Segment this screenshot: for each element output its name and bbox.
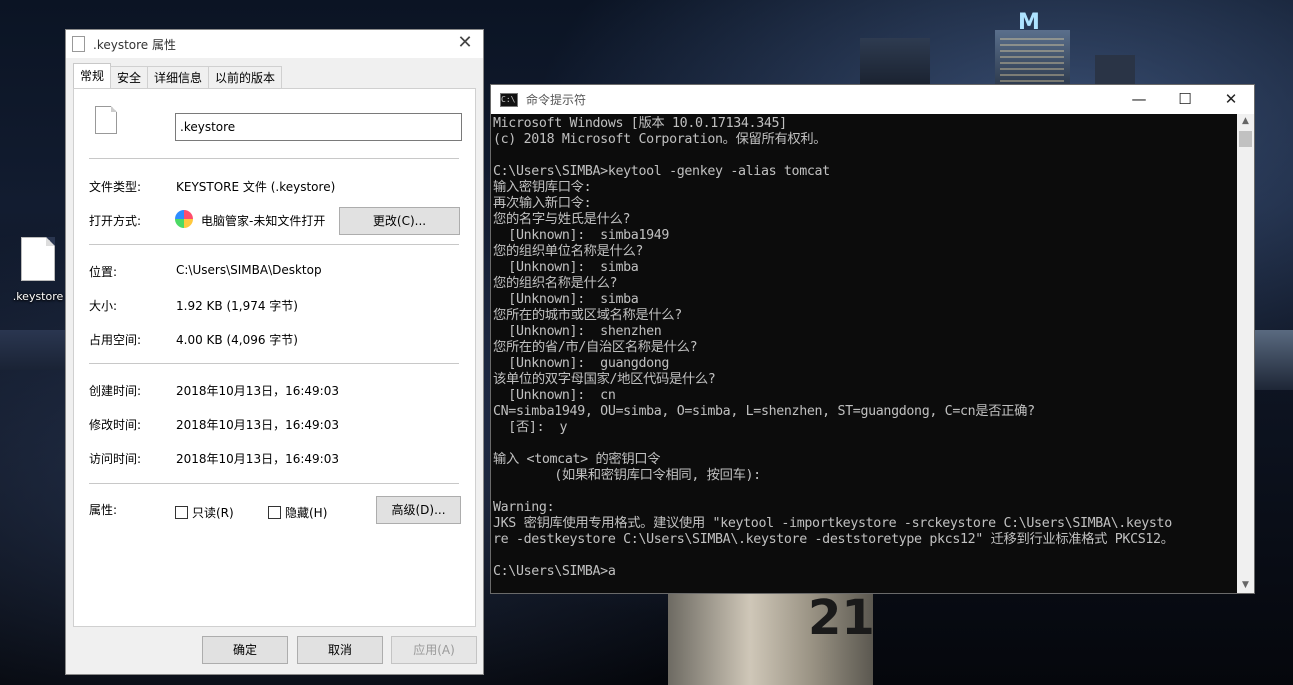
file-icon [21,237,55,281]
checkbox-box [268,506,281,519]
background-building-lights [1000,38,1064,82]
divider [89,483,459,484]
tab-details[interactable]: 详细信息 [147,66,210,88]
modified-value: 2018年10月13日，16:49:03 [176,418,339,432]
console-line: 您所在的城市或区域名称是什么? [493,308,682,323]
console-line: re -destkeystore C:\Users\SIMBA\.keystor… [493,532,1174,547]
open-with-label: 打开方式: [89,214,142,228]
scroll-down-arrow-icon[interactable]: ▼ [1237,578,1254,593]
divider [89,244,459,245]
close-button[interactable]: ✕ [455,33,475,53]
console-line: [Unknown]: shenzhen [493,324,662,339]
console-line: [Unknown]: simba [493,292,639,307]
cmd-titlebar: C:\ 命令提示符 — ☐ ✕ [491,85,1254,114]
open-with-value: 电脑管家-未知文件打开 [201,214,326,228]
change-button[interactable]: 更改(C)... [339,207,460,235]
accessed-label: 访问时间: [89,452,142,466]
background-building [860,38,930,86]
hidden-checkbox[interactable]: 隐藏(H) [268,504,327,521]
console-line: Microsoft Windows [版本 10.0.17134.345] [493,116,787,131]
general-panel: 文件类型: KEYSTORE 文件 (.keystore) 打开方式: 电脑管家… [73,88,476,627]
console-output[interactable]: Microsoft Windows [版本 10.0.17134.345] (c)… [493,116,1238,592]
file-type-value: KEYSTORE 文件 (.keystore) [176,180,336,194]
location-label: 位置: [89,265,118,279]
console-line: 输入密钥库口令: [493,180,592,195]
readonly-checkbox[interactable]: 只读(R) [175,504,234,521]
modified-label: 修改时间: [89,418,142,432]
divider [89,158,459,159]
cmd-icon: C:\ [500,92,518,107]
scrollbar-thumb[interactable] [1239,131,1252,147]
size-on-disk-value: 4.00 KB (4,096 字节) [176,333,298,347]
size-value: 1.92 KB (1,974 字节) [176,299,298,313]
console-line: (c) 2018 Microsoft Corporation。保留所有权利。 [493,132,827,147]
file-icon [95,106,117,134]
console-line: Warning: [493,500,555,515]
console-line: 输入 <tomcat> 的密钥口令 [493,452,661,467]
console-line: C:\Users\SIMBA>keytool -genkey -alias to… [493,164,830,179]
cancel-button[interactable]: 取消 [297,636,383,664]
console-line: [否]: y [493,420,568,435]
vertical-scrollbar[interactable]: ▲ ▼ [1237,114,1254,593]
file-icon [72,36,85,52]
dialog-title: .keystore 属性 [93,37,176,52]
minimize-button[interactable]: — [1116,85,1162,114]
location-value: C:\Users\SIMBA\Desktop [176,263,322,277]
close-button[interactable]: ✕ [1208,85,1254,114]
checkbox-box [175,506,188,519]
ok-button[interactable]: 确定 [202,636,288,664]
tab-bar: 常规 安全 详细信息 以前的版本 [73,63,283,88]
pc-manager-icon [175,210,193,228]
size-label: 大小: [89,299,118,313]
properties-dialog: .keystore 属性 ✕ 常规 安全 详细信息 以前的版本 文件类型: KE… [65,29,484,675]
console-line: [Unknown]: simba1949 [493,228,670,243]
command-prompt-window: C:\ 命令提示符 — ☐ ✕ Microsoft Windows [版本 10… [490,84,1255,594]
divider [89,363,459,364]
console-line: [Unknown]: guangdong [493,356,670,371]
console-line: 您的组织单位名称是什么? [493,244,644,259]
console-line: 您的名字与姓氏是什么? [493,212,631,227]
console-line: 您所在的省/市/自治区名称是什么? [493,340,698,355]
console-line: C:\Users\SIMBA>a [493,564,616,579]
maximize-button[interactable]: ☐ [1162,85,1208,114]
console-line: 再次输入新口令: [493,196,592,211]
background-pillar-number: 21 [808,590,875,646]
background-water [0,330,66,370]
cmd-title: 命令提示符 [526,93,587,107]
size-on-disk-label: 占用空间: [89,333,142,347]
background-water [1255,330,1293,390]
console-line: (如果和密钥库口令相同, 按回车): [493,468,761,483]
apply-button[interactable]: 应用(A) [391,636,477,664]
created-value: 2018年10月13日，16:49:03 [176,384,339,398]
scroll-up-arrow-icon[interactable]: ▲ [1237,114,1254,129]
tab-previous-versions[interactable]: 以前的版本 [208,66,283,88]
console-line: [Unknown]: cn [493,388,616,403]
console-line: CN=simba1949, OU=simba, O=simba, L=shenz… [493,404,1035,419]
accessed-value: 2018年10月13日，16:49:03 [176,452,339,466]
console-line: 该单位的双字母国家/地区代码是什么? [493,372,716,387]
dialog-titlebar: .keystore 属性 ✕ [66,30,483,58]
created-label: 创建时间: [89,384,142,398]
desktop-icon-label: .keystore [12,290,64,303]
background-building [1095,55,1135,85]
tab-security[interactable]: 安全 [110,66,149,88]
file-type-label: 文件类型: [89,180,142,194]
attributes-label: 属性: [89,503,118,517]
console-line: JKS 密钥库使用专用格式。建议使用 "keytool -importkeyst… [493,516,1172,531]
tab-general[interactable]: 常规 [73,63,112,88]
readonly-label: 只读(R) [192,506,234,520]
file-name-input[interactable] [175,113,462,141]
console-line: [Unknown]: simba [493,260,639,275]
advanced-button[interactable]: 高级(D)... [376,496,461,524]
desktop-file-keystore[interactable]: .keystore [8,237,68,303]
console-line: 您的组织名称是什么? [493,276,618,291]
hidden-label: 隐藏(H) [285,506,328,520]
background-sign: M [1018,10,1040,35]
